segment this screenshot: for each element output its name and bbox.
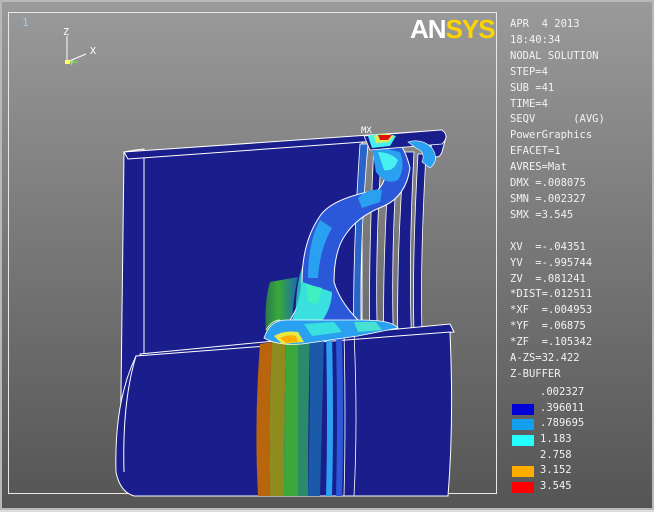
info-line: ZV =.081241 [510, 272, 586, 285]
legend-row: 1.183 [510, 433, 650, 449]
legend-row: 3.152 [510, 464, 650, 480]
info-line: NODAL SOLUTION [510, 49, 599, 62]
info-line: 18:40:34 [510, 33, 561, 46]
info-line: A-ZS=32.422 [510, 352, 580, 365]
legend-value: 2.758 [540, 448, 572, 461]
info-line: STEP=4 [510, 65, 548, 78]
max-marker: MX [361, 126, 372, 136]
legend-value: 1.183 [540, 433, 572, 446]
logo-an: AN [410, 14, 447, 44]
legend-swatch [512, 482, 534, 494]
legend-value: 3.152 [540, 464, 572, 477]
info-line: DMX =.008075 [510, 177, 586, 190]
legend-swatch [512, 466, 534, 478]
legend-value: .789695 [540, 417, 585, 430]
legend-row: .002327 [510, 386, 650, 402]
logo-sys: SYS [445, 14, 496, 44]
legend-row: 2.758 [510, 449, 650, 465]
info-line: *ZF =.105342 [510, 336, 593, 349]
graphics-window: 1 Z X Y MX ANSYS APR 4 2013 18:40:34 NOD… [0, 0, 654, 510]
legend-row: .789695 [510, 417, 650, 433]
legend-swatch [512, 435, 534, 447]
info-line: Z-BUFFER [510, 367, 561, 380]
info-line: PowerGraphics [510, 129, 593, 142]
info-line: TIME=4 [510, 97, 548, 110]
stress-bands-lower [256, 331, 357, 497]
legend-value: .002327 [540, 386, 585, 398]
legend-row: .396011 [510, 402, 650, 418]
legend-value: 3.545 [540, 480, 572, 493]
info-line: YV =-.995744 [510, 256, 593, 269]
info-line: XV =-.04351 [510, 240, 586, 253]
info-line: AVRES=Mat [510, 161, 567, 174]
info-line: *DIST=.012511 [510, 288, 593, 301]
info-line: *YF =.06875 [510, 320, 586, 333]
info-line: SMN =.002327 [510, 192, 586, 205]
info-line: EFACET=1 [510, 145, 561, 158]
legend-swatch [512, 403, 534, 415]
solution-info-panel: APR 4 2013 18:40:34 NODAL SOLUTION STEP=4 SU… [510, 17, 652, 383]
info-line: SEQV (AVG) [510, 113, 605, 126]
info-line [510, 224, 652, 240]
legend-swatch [512, 419, 534, 431]
info-line: *XF =.004953 [510, 304, 593, 317]
legend-row: 3.545 [510, 480, 650, 496]
legend-value: .396011 [540, 401, 585, 414]
info-line: SUB =41 [510, 81, 555, 94]
ansys-logo: ANSYS [410, 14, 496, 45]
info-line: SMX =3.545 [510, 208, 574, 221]
info-line: APR 4 2013 [510, 18, 580, 30]
contour-legend: .002327 .396011 .789695 1.183 2.758 3.152 3.54… [510, 386, 650, 496]
